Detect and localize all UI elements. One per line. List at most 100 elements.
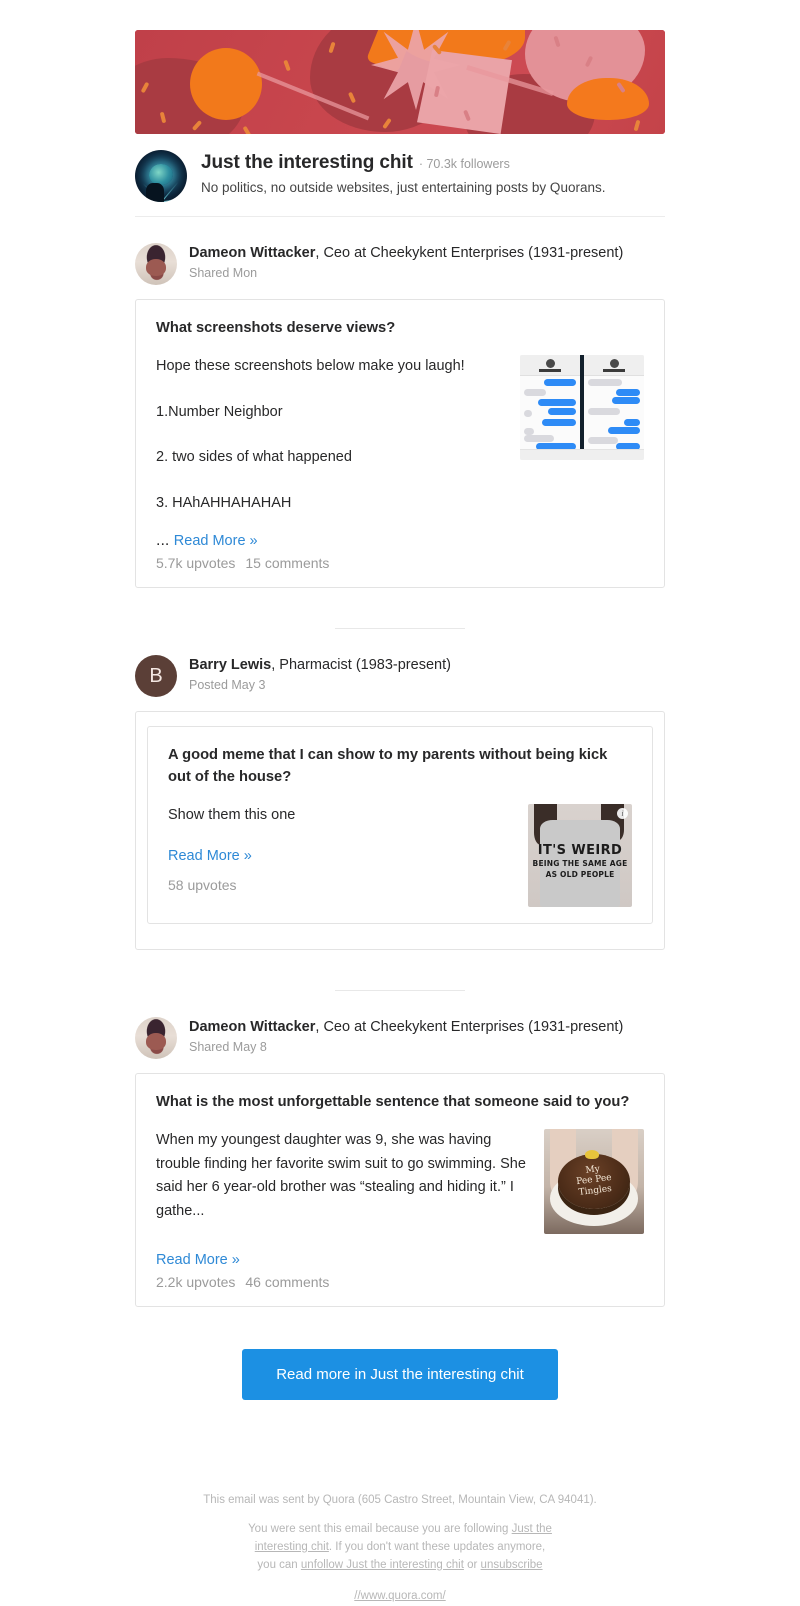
question-title[interactable]: What screenshots deserve views? [156, 318, 644, 339]
bow-decoration [585, 1150, 599, 1159]
post-author-row: B Barry Lewis, Pharmacist (1983-present)… [135, 655, 665, 697]
space-name[interactable]: Just the interesting chit [201, 152, 413, 174]
banner-lips-shape [567, 78, 649, 120]
author-name[interactable]: Dameon Wittacker [189, 245, 315, 261]
comment-count: 46 comments [245, 1274, 329, 1290]
chat-bubble [608, 427, 640, 434]
footer-sender-line: This email was sent by Quora (605 Castro… [135, 1492, 665, 1510]
email-footer: This email was sent by Quora (605 Castro… [135, 1400, 665, 1606]
upvote-count: 58 upvotes [168, 877, 237, 893]
space-meta: Just the interesting chit · 70.3k follow… [201, 150, 605, 197]
chat-bubble [624, 419, 640, 426]
space-description: No politics, no outside websites, just e… [201, 179, 605, 197]
shirt-text-line-1: IT'S WEIRD [528, 843, 632, 858]
post-stats: 5.7k upvotes15 comments [156, 555, 644, 571]
author-meta: Dameon Wittacker, Ceo at Cheekykent Ente… [189, 1017, 623, 1054]
post-stats: 58 upvotes [168, 874, 514, 897]
post-paragraph: Hope these screenshots below make you la… [156, 355, 506, 378]
chat-bubble [588, 379, 622, 386]
footer-reason-line: You were sent this email because you are… [135, 1521, 665, 1574]
post-author-row: Dameon Wittacker, Ceo at Cheekykent Ente… [135, 1017, 665, 1059]
post-paragraph: 2. two sides of what happened [156, 446, 506, 469]
author-credential: , Ceo at Cheekykent Enterprises (1931-pr… [315, 1019, 623, 1035]
post-card[interactable]: What is the most unforgettable sentence … [135, 1073, 665, 1307]
space-title-row: Just the interesting chit · 70.3k follow… [201, 152, 605, 174]
author-credential: , Pharmacist (1983-present) [271, 657, 451, 673]
cta-section: Read more in Just the interesting chit [135, 1307, 665, 1400]
author-avatar[interactable] [135, 1017, 177, 1059]
post-item: Dameon Wittacker, Ceo at Cheekykent Ente… [135, 991, 665, 1307]
footer-url-line: //www.quora.com/ [135, 1588, 665, 1606]
chat-bubble [612, 397, 640, 404]
footer-text-a: You were sent this email because you are… [248, 1523, 512, 1535]
author-name[interactable]: Dameon Wittacker [189, 1019, 315, 1035]
post-body: Show them this one Read More » 58 upvote… [168, 804, 632, 907]
post-text: Hope these screenshots below make you la… [156, 355, 520, 515]
author-line: Barry Lewis, Pharmacist (1983-present) [189, 656, 451, 675]
post-paragraph: 1.Number Neighbor [156, 401, 506, 424]
author-meta: Barry Lewis, Pharmacist (1983-present) P… [189, 655, 451, 692]
contact-name-bar [603, 369, 625, 372]
question-title[interactable]: What is the most unforgettable sentence … [156, 1092, 644, 1113]
post-timestamp: Shared Mon [189, 266, 623, 280]
letter-avatar-icon: B [135, 655, 177, 697]
tshirt-meme-thumbnail[interactable]: IT'S WEIRD BEING THE SAME AGE AS OLD PEO… [528, 804, 632, 907]
post-card-outer: A good meme that I can show to my parent… [135, 711, 665, 950]
post-card[interactable]: A good meme that I can show to my parent… [147, 726, 653, 924]
author-name[interactable]: Barry Lewis [189, 657, 271, 673]
space-follower-count: · 70.3k followers [419, 157, 510, 171]
read-more-link[interactable]: Read More » [168, 845, 252, 868]
space-avatar[interactable] [135, 150, 187, 202]
space-banner-image [135, 30, 665, 134]
post-stats: 2.2k upvotes 46 comments [156, 1274, 644, 1290]
footer-unfollow-link[interactable]: unfollow Just the interesting chit [301, 1559, 464, 1571]
upvote-count: 2.2k upvotes [156, 1274, 235, 1290]
brain-icon [149, 164, 173, 186]
comment-count: 15 comments [245, 555, 329, 571]
read-more-row: ... Read More » [156, 515, 644, 550]
screenshot-divider [580, 355, 584, 460]
person-photo-avatar-icon [135, 243, 177, 285]
shirt-text-line-3: AS OLD PEOPLE [528, 870, 632, 879]
author-line: Dameon Wittacker, Ceo at Cheekykent Ente… [189, 1018, 623, 1037]
chat-bubble [524, 428, 534, 435]
imessage-screenshots-thumbnail[interactable] [520, 355, 644, 460]
footer-unsubscribe-link[interactable]: unsubscribe [481, 1559, 543, 1571]
author-meta: Dameon Wittacker, Ceo at Cheekykent Ente… [189, 243, 623, 280]
chat-bubble [538, 399, 576, 406]
post-item: B Barry Lewis, Pharmacist (1983-present)… [135, 629, 665, 950]
author-credential: , Ceo at Cheekykent Enterprises (1931-pr… [315, 245, 623, 261]
post-timestamp: Shared May 8 [189, 1040, 623, 1054]
read-more-link[interactable]: Read More » [174, 533, 258, 549]
chat-bubble [542, 419, 576, 426]
read-more-in-space-button[interactable]: Read more in Just the interesting chit [242, 1349, 558, 1400]
author-avatar[interactable]: B [135, 655, 177, 697]
read-more-row: Read More » [156, 1234, 644, 1269]
contact-name-bar [539, 369, 561, 372]
chat-bubble [524, 435, 554, 442]
text-ellipsis: ... [156, 532, 174, 549]
footer-quora-url-link[interactable]: //www.quora.com/ [354, 1590, 445, 1602]
avatar-silhouette [146, 183, 164, 202]
person-photo-avatar-icon [135, 1017, 177, 1059]
author-line: Dameon Wittacker, Ceo at Cheekykent Ente… [189, 244, 623, 263]
post-paragraph: 3. HAhAHHAHAHAH [156, 492, 506, 515]
post-card[interactable]: What screenshots deserve views? Hope the… [135, 299, 665, 588]
email-page: Just the interesting chit · 70.3k follow… [0, 0, 800, 1506]
post-paragraph: When my youngest daughter was 9, she was… [156, 1129, 530, 1223]
question-title[interactable]: A good meme that I can show to my parent… [168, 745, 632, 788]
post-text: Show them this one Read More » 58 upvote… [168, 804, 528, 897]
chat-bubble [616, 389, 640, 396]
chocolate-cake-thumbnail[interactable]: My Pee Pee Tingles [544, 1129, 644, 1234]
space-header: Just the interesting chit · 70.3k follow… [135, 134, 665, 217]
read-more-link[interactable]: Read More » [156, 1252, 240, 1268]
footer-text-c: or [464, 1559, 481, 1571]
author-avatar[interactable] [135, 243, 177, 285]
read-more-row: Read More » [168, 827, 514, 868]
post-paragraph: Show them this one [168, 804, 514, 827]
post-timestamp: Posted May 3 [189, 678, 451, 692]
info-icon[interactable]: i [617, 808, 628, 819]
chat-bubble [588, 408, 620, 415]
post-author-row: Dameon Wittacker, Ceo at Cheekykent Ente… [135, 243, 665, 285]
post-item: Dameon Wittacker, Ceo at Cheekykent Ente… [135, 217, 665, 588]
